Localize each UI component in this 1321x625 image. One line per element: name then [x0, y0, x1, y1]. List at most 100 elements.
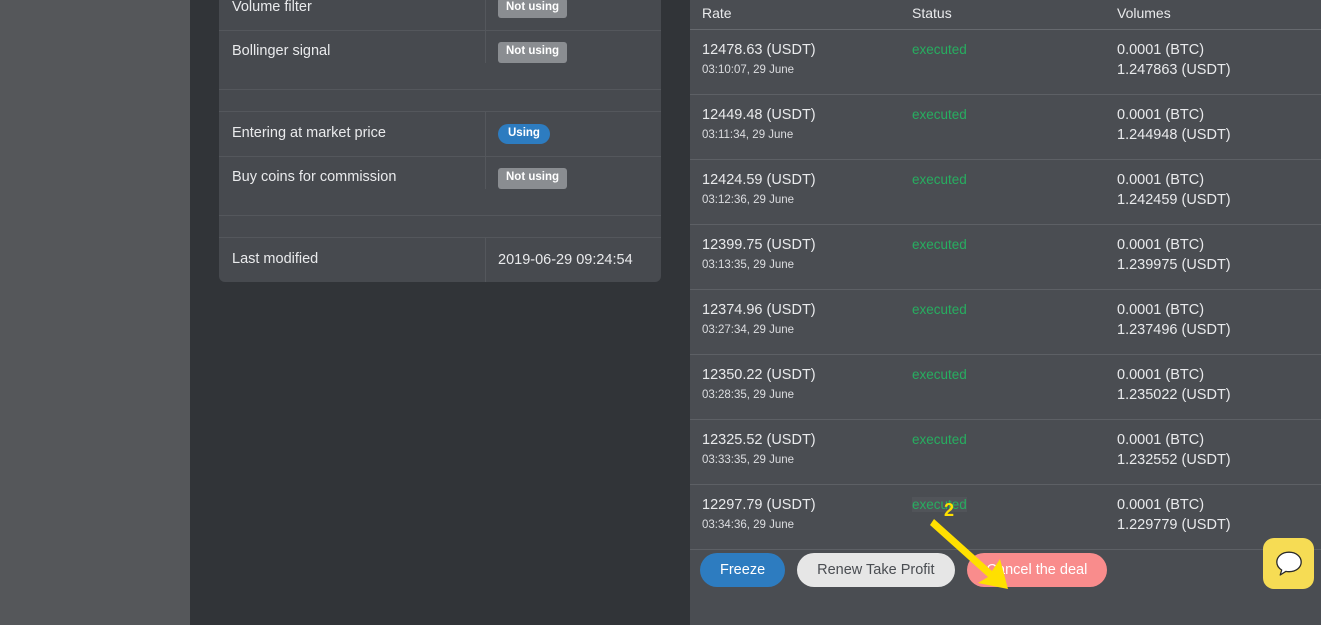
trade-rate: 12325.52 (USDT) — [702, 430, 912, 450]
cell-rate: 12424.59 (USDT)03:12:36, 29 June — [690, 170, 912, 210]
cell-volumes: 0.0001 (BTC)1.239975 (USDT) — [1117, 235, 1321, 275]
trade-rate: 12399.75 (USDT) — [702, 235, 912, 255]
settings-spacer-row — [219, 89, 661, 111]
table-row: 12350.22 (USDT)03:28:35, 29 Juneexecuted… — [690, 355, 1321, 420]
trade-status: executed — [912, 107, 967, 122]
trades-table: Rate Status Volumes 12478.63 (USDT)03:10… — [690, 0, 1321, 625]
trade-volume-base: 0.0001 (BTC) — [1117, 495, 1321, 515]
table-row: 12424.59 (USDT)03:12:36, 29 Juneexecuted… — [690, 160, 1321, 225]
cell-volumes: 0.0001 (BTC)1.247863 (USDT) — [1117, 40, 1321, 80]
cell-status: executed — [912, 495, 1117, 515]
trade-status: executed — [912, 237, 967, 252]
settings-row-value: Not using — [485, 31, 661, 63]
cell-rate: 12478.63 (USDT)03:10:07, 29 June — [690, 40, 912, 80]
cell-volumes: 0.0001 (BTC)1.237496 (USDT) — [1117, 300, 1321, 340]
trade-timestamp: 03:33:35, 29 June — [702, 450, 912, 470]
bot-settings-panel: Day filterNot usingVolume filterNot usin… — [219, 0, 661, 282]
cell-volumes: 0.0001 (BTC)1.235022 (USDT) — [1117, 365, 1321, 405]
cell-status: executed — [912, 300, 1117, 320]
table-header-row: Rate Status Volumes — [690, 0, 1321, 30]
trade-volume-quote: 1.237496 (USDT) — [1117, 320, 1321, 340]
cell-status: executed — [912, 365, 1117, 385]
trade-timestamp: 03:28:35, 29 June — [702, 385, 912, 405]
table-body: 12478.63 (USDT)03:10:07, 29 Juneexecuted… — [690, 30, 1321, 550]
cell-rate: 12449.48 (USDT)03:11:34, 29 June — [690, 105, 912, 145]
trade-status: executed — [912, 172, 967, 187]
trade-timestamp: 03:34:36, 29 June — [702, 515, 912, 535]
settings-row: Last modified 2019-06-29 09:24:54 — [219, 237, 661, 282]
left-sidebar — [0, 0, 190, 625]
trade-rate: 12374.96 (USDT) — [702, 300, 912, 320]
cell-volumes: 0.0001 (BTC)1.229779 (USDT) — [1117, 495, 1321, 535]
trade-timestamp: 03:11:34, 29 June — [702, 125, 912, 145]
trade-volume-base: 0.0001 (BTC) — [1117, 365, 1321, 385]
table-row: 12449.48 (USDT)03:11:34, 29 Juneexecuted… — [690, 95, 1321, 160]
column-header-rate: Rate — [690, 5, 912, 21]
settings-row: Buy coins for commission Not using — [219, 156, 661, 215]
table-row: 12478.63 (USDT)03:10:07, 29 Juneexecuted… — [690, 30, 1321, 95]
app-root: Day filterNot usingVolume filterNot usin… — [0, 0, 1321, 625]
cell-rate: 12399.75 (USDT)03:13:35, 29 June — [690, 235, 912, 275]
trade-timestamp: 03:13:35, 29 June — [702, 255, 912, 275]
settings-row-label: Buy coins for commission — [219, 157, 485, 186]
renew-take-profit-button[interactable]: Renew Take Profit — [797, 553, 954, 587]
trade-volume-base: 0.0001 (BTC) — [1117, 300, 1321, 320]
deal-actions-toolbar: Freeze Renew Take Profit Cancel the deal — [690, 553, 1107, 587]
trade-volume-base: 0.0001 (BTC) — [1117, 430, 1321, 450]
trade-volume-quote: 1.239975 (USDT) — [1117, 255, 1321, 275]
settings-row-label — [219, 90, 661, 111]
table-row: 12297.79 (USDT)03:34:36, 29 Juneexecuted… — [690, 485, 1321, 550]
trade-volume-base: 0.0001 (BTC) — [1117, 105, 1321, 125]
settings-rows: Day filterNot usingVolume filterNot usin… — [219, 0, 661, 282]
cell-rate: 12350.22 (USDT)03:28:35, 29 June — [690, 365, 912, 405]
table-row: 12374.96 (USDT)03:27:34, 29 Juneexecuted… — [690, 290, 1321, 355]
trade-status: executed — [912, 42, 967, 57]
cell-status: executed — [912, 170, 1117, 190]
cell-volumes: 0.0001 (BTC)1.232552 (USDT) — [1117, 430, 1321, 470]
settings-row-value: 2019-06-29 09:24:54 — [485, 238, 661, 282]
trade-rate: 12350.22 (USDT) — [702, 365, 912, 385]
trade-volume-base: 0.0001 (BTC) — [1117, 170, 1321, 190]
status-badge-using[interactable]: Using — [498, 124, 550, 145]
settings-row-label: Last modified — [219, 238, 485, 282]
chat-widget-button[interactable] — [1263, 538, 1314, 589]
settings-row-label: Volume filter — [219, 0, 485, 30]
cancel-the-deal-button[interactable]: Cancel the deal — [967, 553, 1108, 587]
trade-status: executed — [912, 302, 967, 317]
cell-status: executed — [912, 105, 1117, 125]
trade-volume-base: 0.0001 (BTC) — [1117, 235, 1321, 255]
trade-timestamp: 03:12:36, 29 June — [702, 190, 912, 210]
settings-row: Volume filter Not using — [219, 0, 661, 30]
trade-timestamp: 03:10:07, 29 June — [702, 60, 912, 80]
table-row: 12399.75 (USDT)03:13:35, 29 Juneexecuted… — [690, 225, 1321, 290]
trade-volume-quote: 1.229779 (USDT) — [1117, 515, 1321, 535]
settings-row-value: Not using — [485, 0, 661, 30]
settings-row-label: Bollinger signal — [219, 31, 485, 60]
status-badge-not-using[interactable]: Not using — [498, 168, 567, 189]
trade-rate: 12424.59 (USDT) — [702, 170, 912, 190]
settings-row-value: Using — [485, 112, 661, 156]
settings-row-label: Entering at market price — [219, 112, 485, 156]
cell-status: executed — [912, 430, 1117, 450]
column-header-volumes: Volumes — [1117, 5, 1321, 21]
freeze-button[interactable]: Freeze — [700, 553, 785, 587]
last-modified-value: 2019-06-29 09:24:54 — [498, 252, 633, 268]
trade-status: executed — [912, 497, 967, 512]
trade-rate: 12478.63 (USDT) — [702, 40, 912, 60]
cell-status: executed — [912, 235, 1117, 255]
settings-row: Entering at market price Using — [219, 111, 661, 156]
status-badge-not-using[interactable]: Not using — [498, 42, 567, 63]
trade-volume-quote: 1.247863 (USDT) — [1117, 60, 1321, 80]
settings-spacer-row — [219, 215, 661, 237]
table-row: 12325.52 (USDT)03:33:35, 29 Juneexecuted… — [690, 420, 1321, 485]
settings-row-label — [219, 216, 661, 237]
status-badge-not-using[interactable]: Not using — [498, 0, 567, 18]
cell-rate: 12325.52 (USDT)03:33:35, 29 June — [690, 430, 912, 470]
cell-rate: 12297.79 (USDT)03:34:36, 29 June — [690, 495, 912, 535]
trade-rate: 12297.79 (USDT) — [702, 495, 912, 515]
column-header-status: Status — [912, 5, 1117, 21]
trade-rate: 12449.48 (USDT) — [702, 105, 912, 125]
trade-timestamp: 03:27:34, 29 June — [702, 320, 912, 340]
trade-status: executed — [912, 432, 967, 447]
chat-bubble-icon — [1275, 550, 1303, 577]
